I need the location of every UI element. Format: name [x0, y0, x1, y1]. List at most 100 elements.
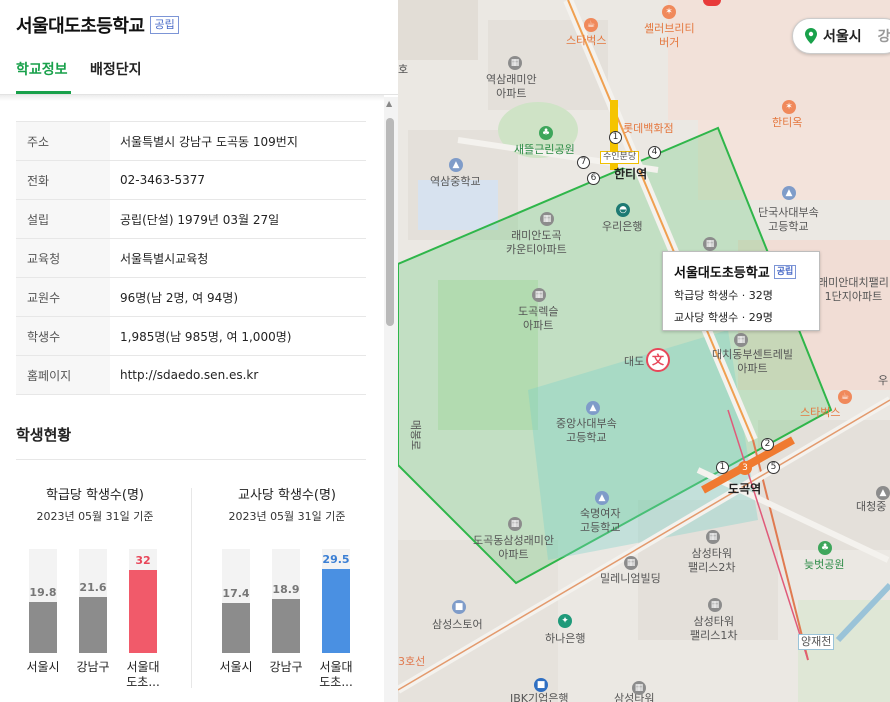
info-row-education-office: 교육청 서울특별시교육청: [16, 239, 366, 278]
homepage-link[interactable]: http://sdaedo.sen.es.kr: [110, 368, 258, 382]
info-row-founded: 설립 공립(단설) 1979년 03월 27일: [16, 200, 366, 239]
school-icon[interactable]: ▲: [449, 158, 463, 172]
map-label-starbucks-2[interactable]: 스타벅스: [800, 406, 840, 420]
map-label-yeoksam-apt[interactable]: 역삼래미안 아파트: [486, 73, 537, 101]
map-label-dogok-station[interactable]: 도곡역: [728, 482, 761, 496]
map-label-starbucks[interactable]: 스타벅스: [566, 34, 606, 48]
apartment-icon[interactable]: ▦: [508, 56, 522, 70]
map-label-ibk[interactable]: IBK기업은행: [510, 692, 568, 702]
tab-shadow: [0, 95, 384, 101]
map-label-joongang[interactable]: 중앙사대부속 고등학교: [556, 417, 617, 445]
tab-assigned-complexes[interactable]: 배정단지: [90, 50, 142, 94]
map-label-suinbundang: 수인분당: [600, 151, 640, 164]
building-icon[interactable]: ▦: [624, 556, 638, 570]
apartment-icon[interactable]: ▦: [508, 517, 522, 531]
restaurant-icon[interactable]: ✶: [782, 100, 796, 114]
map-label-millennium[interactable]: 밀레니엄빌딩: [600, 572, 661, 586]
info-key: 전화: [16, 161, 110, 199]
map-label-samsung-tower2[interactable]: 삼성타워 팰리스2차: [688, 547, 735, 575]
map-label-neutbat-park[interactable]: 늦벗공원: [804, 558, 844, 572]
map-label-hantiok[interactable]: 한티옥: [772, 116, 802, 130]
school-info-table: 주소 서울특별시 강남구 도곡동 109번지 전화 02-3463-5377 설립 공…: [16, 121, 366, 395]
building-icon[interactable]: ▦: [632, 681, 646, 695]
school-icon[interactable]: ▲: [782, 186, 796, 200]
chart-bar: [222, 603, 250, 653]
chart-subtitle: 2023년 05월 31일 기준: [228, 510, 346, 523]
subway-line-7-icon: 7: [577, 156, 590, 169]
bar-slot: [272, 549, 300, 653]
subway-line-3-icon[interactable]: 3: [738, 461, 752, 475]
bank-icon[interactable]: ■: [534, 678, 548, 692]
info-key: 주소: [16, 122, 110, 160]
school-icon[interactable]: ▲: [595, 491, 609, 505]
scrollbar-thumb[interactable]: [386, 118, 394, 326]
info-key: 학생수: [16, 317, 110, 355]
map-label-dankook[interactable]: 단국사대부속 고등학교: [758, 206, 819, 234]
subway-line-4-icon: 4: [648, 146, 661, 159]
school-type-badge: 공립: [150, 16, 179, 34]
school-marker-icon[interactable]: 文: [646, 348, 670, 372]
scroll-up-arrow-icon[interactable]: ▲: [386, 99, 392, 108]
map-label-dogok-rexle[interactable]: 도곡렉슬 아파트: [518, 305, 558, 333]
map-label-u: 우: [878, 374, 889, 387]
info-value: 02-3463-5377: [120, 173, 206, 187]
chart-bar: [79, 597, 107, 653]
bar-value-label: 29.5: [322, 553, 350, 566]
store-icon[interactable]: ■: [452, 600, 466, 614]
apartment-icon[interactable]: ▦: [708, 598, 722, 612]
bar-value-label: 32: [135, 554, 151, 567]
apartment-icon[interactable]: ▦: [540, 212, 554, 226]
bar-category-label: 서울시: [26, 660, 60, 674]
apartment-icon[interactable]: ▦: [706, 530, 720, 544]
subway-line-2-icon: 2: [761, 438, 774, 451]
bar-category-label: 서울대 도초...: [319, 660, 353, 689]
school-icon[interactable]: ▲: [876, 486, 890, 500]
apartment-icon[interactable]: ▦: [734, 333, 748, 347]
info-key: 설립: [16, 200, 110, 238]
cafe-icon[interactable]: ☕: [584, 18, 598, 32]
school-name: 서울대도초등학교: [16, 16, 145, 37]
map-label-sookmyung[interactable]: 숙명여자 고등학교: [580, 507, 620, 535]
map-label-raemian-county[interactable]: 래미안도곡 카운티아파트: [506, 229, 567, 257]
map-label-raemian-daechi[interactable]: 래미안대치팰리 1단지아파트: [818, 276, 889, 304]
map-label-saetteul-park[interactable]: 새뜰근린공원: [514, 143, 575, 157]
school-map-tooltip[interactable]: 서울대도초등학교 공립 학급당 학생수 · 32명 교사당 학생수 · 29명: [662, 251, 820, 331]
park-icon[interactable]: ♣: [818, 541, 832, 555]
bar-category-label: 강남구: [269, 660, 303, 674]
map-label-daecheong[interactable]: 대청중: [856, 500, 886, 514]
park-icon[interactable]: ♣: [539, 126, 553, 140]
apartment-icon[interactable]: ▦: [703, 237, 717, 251]
bar-value-label: 18.9: [272, 583, 300, 596]
chart-bar: [272, 599, 300, 653]
cafe-icon[interactable]: ☕: [838, 390, 852, 404]
info-value: 96명(남 2명, 여 94명): [120, 290, 238, 305]
school-icon[interactable]: ▲: [586, 401, 600, 415]
info-key: 교육청: [16, 239, 110, 277]
bar-category-label: 서울시: [219, 660, 253, 674]
map-label-daechi-centreville[interactable]: 대치동부센트레빌 아파트: [712, 348, 793, 376]
bank-icon[interactable]: ✦: [558, 614, 572, 628]
bar-value-label: 19.8: [29, 586, 57, 599]
info-key: 교원수: [16, 278, 110, 316]
map-label-ho: 호: [398, 63, 409, 76]
info-row-homepage: 홈페이지 http://sdaedo.sen.es.kr: [16, 356, 366, 395]
region-selector-button[interactable]: 서울시 강: [792, 18, 890, 54]
chart-bar: [29, 602, 57, 653]
bank-icon[interactable]: ◓: [616, 203, 630, 217]
map-label-yeoksam-ms[interactable]: 역삼중학교: [430, 175, 481, 189]
map-label-hanti-station[interactable]: 한티역: [614, 167, 647, 181]
map-label-woori-bank[interactable]: 우리은행: [602, 220, 642, 234]
map-label-shelbrete[interactable]: 셸러브리티 버거: [644, 22, 695, 50]
map-label-samsung-store[interactable]: 삼성스토어: [432, 618, 483, 632]
map-label-hana-bank[interactable]: 하나은행: [545, 632, 585, 646]
map-view[interactable]: 스타벅스 셸러브리티 버거 호 역삼래미안 아파트 롯데백화점 한티옥 새뜰근린…: [398, 0, 890, 702]
region-next-label: 강: [877, 29, 890, 45]
map-label-samsung-tower1[interactable]: 삼성타워 팰리스1차: [690, 615, 737, 643]
bar-slot: [29, 549, 57, 653]
restaurant-icon[interactable]: ✶: [662, 5, 676, 19]
map-label-dogok-samsung[interactable]: 도곡동삼성래미안 아파트: [473, 534, 554, 562]
subway-line-1-icon: 1: [609, 131, 622, 144]
map-label-lotte[interactable]: 롯데백화점: [623, 122, 674, 136]
tab-school-info[interactable]: 학교정보: [16, 50, 71, 94]
apartment-icon[interactable]: ▦: [532, 288, 546, 302]
